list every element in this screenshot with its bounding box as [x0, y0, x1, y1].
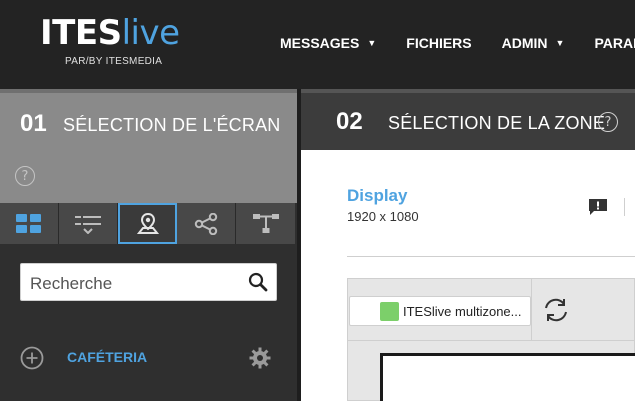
display-resolution: 1920 x 1080: [347, 209, 419, 224]
grid-view-icon: [16, 213, 41, 233]
share-view-button[interactable]: [177, 203, 236, 244]
caret-down-icon: ▼: [367, 38, 377, 48]
logo-wordmark: ITESlive: [40, 14, 180, 52]
zone-template-select[interactable]: ITESlive multizone...: [349, 296, 531, 326]
logo-tagline: PAR/BY ITESMEDIA: [65, 56, 163, 67]
step1-number: 01: [20, 110, 47, 137]
zone-color-swatch: [380, 302, 399, 321]
zone-preview[interactable]: [380, 353, 635, 401]
separator: [531, 279, 532, 341]
nav-item-admin[interactable]: ADMIN ▼: [502, 35, 565, 51]
nav-item-parametres[interactable]: PARAM: [594, 35, 635, 51]
filter-list-button[interactable]: [59, 203, 118, 244]
step1-header: 01 SÉLECTION DE L'ÉCRAN ?: [0, 89, 297, 203]
hierarchy-view-button[interactable]: [236, 203, 295, 244]
zone-selection-panel: Display 1920 x 1080 ITESlive multizone..…: [301, 150, 635, 401]
message-alert-icon[interactable]: [588, 198, 608, 216]
step2-header: 02 SÉLECTION DE LA ZONE ?: [301, 89, 635, 150]
search-input[interactable]: Recherche: [30, 274, 112, 294]
main-nav: MESSAGES ▼ FICHIERS ADMIN ▼ PARAM: [280, 35, 635, 51]
hierarchy-icon: [252, 213, 279, 233]
search-icon[interactable]: [248, 272, 268, 292]
map-pin-icon: [136, 212, 159, 234]
grid-view-button[interactable]: [0, 203, 59, 244]
top-bar: ITESlive PAR/BY ITESMEDIA MESSAGES ▼ FIC…: [0, 0, 635, 89]
nav-label: FICHIERS: [406, 35, 472, 51]
zone-template-label: ITESlive multizone...: [403, 304, 522, 319]
gear-icon[interactable]: [248, 346, 272, 370]
display-title[interactable]: Display: [347, 186, 407, 206]
help-icon[interactable]: ?: [15, 166, 35, 186]
share-nodes-icon: [194, 212, 218, 235]
nav-label: PARAM: [594, 35, 635, 51]
nav-label: MESSAGES: [280, 35, 360, 51]
tree-item[interactable]: CAFÉTERIA: [20, 344, 277, 372]
filter-list-icon: [75, 215, 101, 234]
map-view-button[interactable]: [118, 203, 177, 244]
brand-logo[interactable]: ITESlive PAR/BY ITESMEDIA: [40, 14, 180, 67]
nav-label: ADMIN: [501, 35, 548, 51]
step2-number: 02: [336, 108, 363, 135]
zone-editor: ITESlive multizone...: [347, 278, 635, 401]
add-circle-icon[interactable]: [20, 346, 44, 370]
logo-name-accent: live: [121, 13, 180, 53]
nav-item-fichiers[interactable]: FICHIERS: [406, 35, 471, 51]
logo-name-main: ITES: [40, 13, 122, 53]
separator: [347, 256, 635, 257]
nav-item-messages[interactable]: MESSAGES ▼: [280, 35, 376, 51]
step1-title: SÉLECTION DE L'ÉCRAN: [63, 115, 281, 135]
tree-item-label[interactable]: CAFÉTERIA: [67, 349, 147, 365]
help-icon[interactable]: ?: [598, 112, 618, 132]
zone-toolbar: ITESlive multizone...: [348, 279, 635, 341]
view-toolbar: [0, 203, 297, 244]
separator: [624, 198, 625, 216]
search-field[interactable]: Recherche: [20, 263, 277, 301]
caret-down-icon: ▼: [555, 38, 565, 48]
refresh-icon[interactable]: [541, 296, 571, 324]
step2-title: SÉLECTION DE LA ZONE: [388, 113, 606, 133]
